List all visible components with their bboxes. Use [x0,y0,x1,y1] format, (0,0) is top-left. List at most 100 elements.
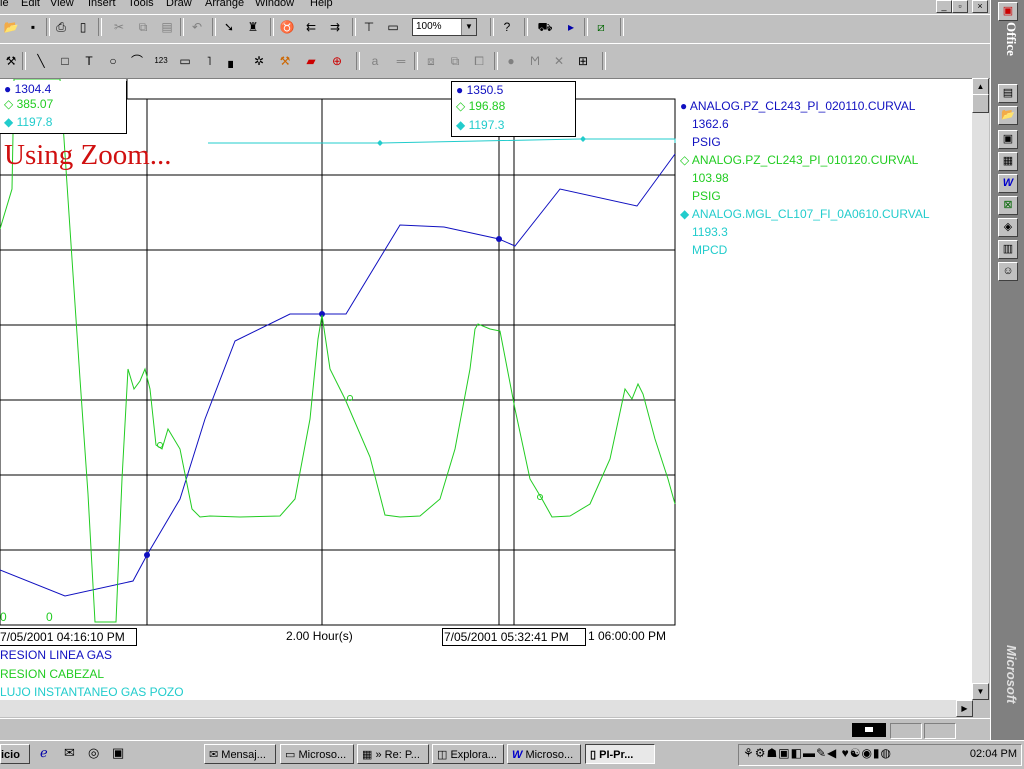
chevron-down-icon[interactable]: ▼ [461,19,476,35]
series-line-pressure-marker [144,552,150,558]
scroll-down-icon[interactable]: ▼ [972,683,989,700]
properties-icon[interactable]: ⊞ [574,52,592,70]
layer-icon[interactable]: ⧠ [470,52,488,70]
wrench-icon[interactable]: ⚒ [2,52,20,70]
cursor-right-time[interactable]: 7/05/2001 05:32:41 PM [442,628,586,646]
menu-arrange[interactable]: Arrange [205,0,244,9]
copy-icon[interactable]: ⧉ [134,18,152,36]
restore-button[interactable]: ▫ [952,0,968,13]
open-document-icon[interactable]: 📂 [998,106,1018,125]
polyline-icon[interactable]: ˥ [200,52,218,70]
print-icon[interactable]: ⎙ [52,18,70,36]
legend-unit-line-pressure: PSIG [692,135,721,149]
task-mensajes[interactable]: ✉ Mensaj... [204,744,276,764]
trend-icon[interactable]: ⊤ [360,18,378,36]
menu-edit[interactable]: Edit [21,0,40,9]
new-document-icon[interactable]: ▤ [998,84,1018,103]
tag-icon[interactable]: ♉ [278,18,296,36]
target-icon[interactable]: ⊕ [328,52,346,70]
window-icon[interactable]: ▭ [384,18,402,36]
binder-icon[interactable]: ▥ [998,240,1018,259]
print-preview-icon[interactable]: ▯ [74,18,92,36]
word-icon[interactable]: W [998,174,1018,193]
cut-icon[interactable]: ✂ [110,18,128,36]
word-icon: W [512,749,523,761]
menu-tools[interactable]: Tools [128,0,154,9]
tray-icons[interactable]: ⚘⚙☗▣◧▬✎◀ ♥☯◉▮◍ [743,746,892,760]
close-button[interactable]: × [972,0,988,13]
arc-icon[interactable]: ⌒ [128,52,146,70]
save-icon[interactable]: ▪ [24,18,42,36]
menu-file[interactable]: le [0,0,9,9]
standard-toolbar: 📂 ▪ ⎙ ▯ ✂ ⧉ ▤ ↶ ➘ ♜ ♉ ⇇ ⇉ ⊤ ▭ 100% ▼ ? ⛟… [0,14,990,44]
channels-icon[interactable]: ◎ [88,745,99,761]
open-icon[interactable]: 📂 [2,18,20,36]
trend-display[interactable]: ● 1304.4 ◇ 385.07 ◆ 1197.8 ● 1350.5 ◇ 19… [0,78,972,701]
zoom-select[interactable]: 100% ▼ [412,18,477,36]
scroll-right-icon[interactable]: ▶ [956,700,973,717]
paste-icon[interactable]: ▤ [158,18,176,36]
office-assistant-icon[interactable]: ☺ [998,262,1018,281]
rectangle-icon[interactable]: □ [56,52,74,70]
series-head-pressure-marker [157,442,163,448]
bar-icon[interactable]: ▖ [224,52,242,70]
menu-view[interactable]: View [50,0,74,9]
axis-min-label: 0 [0,610,7,624]
pen-icon[interactable]: Ϻ [526,52,544,70]
cursor-left-time[interactable]: 7/05/2001 04:16:10 PM [0,628,137,646]
line-icon[interactable]: ╲ [32,52,50,70]
task-pi-processbook[interactable]: ▯ PI-Pr... [585,744,655,764]
trend-tool-icon[interactable]: ▰ [302,52,320,70]
schedule-icon[interactable]: ◈ [998,218,1018,237]
horizontal-scrollbar[interactable]: ▶ [0,700,973,717]
menu-window[interactable]: Window [255,0,294,9]
vertical-scrollbar[interactable]: ▲ ▼ [972,78,989,700]
powerpoint-icon[interactable]: ▦ [998,152,1018,171]
lines-icon[interactable]: ═ [392,52,410,70]
outlook-icon[interactable]: ✉ [64,745,75,761]
system-tray: ⚘⚙☗▣◧▬✎◀ ♥☯◉▮◍ 02:04 PM [738,744,1022,766]
legend-unit-head-pressure: PSIG [692,189,721,203]
ungroup-icon[interactable]: ⧉ [446,52,464,70]
ellipse-icon[interactable]: ○ [104,52,122,70]
align-left-icon[interactable]: ⇇ [302,18,320,36]
toolbar-separator [46,18,50,36]
play-icon[interactable]: ▸ [562,18,580,36]
task-re[interactable]: ▦ » Re: P... [357,744,429,764]
task-microsoft-1[interactable]: ▭ Microso... [280,744,354,764]
run-icon[interactable]: ⛟ [536,18,554,36]
menu-help[interactable]: Help [310,0,333,9]
series-flow-marker [580,136,586,142]
value-icon[interactable]: 123 [152,52,170,70]
find-icon[interactable]: ♜ [244,18,262,36]
task-explorer[interactable]: ◫ Explora... [432,744,504,764]
undo-icon[interactable]: ↶ [188,18,206,36]
cursor-right-value-1: ● 1350.5 [456,83,504,97]
legend-value-flow: 1193.3 [692,225,728,239]
chart-icon[interactable]: ⧄ [592,18,610,36]
symbol-icon[interactable]: ✲ [250,52,268,70]
tools-icon[interactable]: ⚒ [276,52,294,70]
pointer-icon[interactable]: ➘ [220,18,238,36]
scroll-up-icon[interactable]: ▲ [972,78,989,95]
font-icon[interactable]: a [366,52,384,70]
minimize-button[interactable]: _ [936,0,952,13]
group-icon[interactable]: ⧈ [422,52,440,70]
menu-draw[interactable]: Draw [166,0,192,9]
rounded-rect-icon[interactable]: ▭ [176,52,194,70]
desktop-icon[interactable]: ▣ [112,745,124,761]
start-button[interactable]: icio [0,744,30,764]
fill-icon[interactable]: ● [502,52,520,70]
delete-icon[interactable]: ✕ [550,52,568,70]
menu-insert[interactable]: Insert [88,0,116,9]
office-logo-icon[interactable]: ▣ [998,2,1018,21]
align-right-icon[interactable]: ⇉ [326,18,344,36]
help-icon[interactable]: ? [498,18,516,36]
office-shortcut-bar: ▣ Office ▤ 📂 ▣ ▦ W ⊠ ◈ ▥ ☺ Microsoft [990,0,1024,740]
excel-icon[interactable]: ⊠ [998,196,1018,215]
scroll-thumb[interactable] [972,94,989,113]
find-file-icon[interactable]: ▣ [998,130,1018,149]
text-icon[interactable]: T [80,52,98,70]
task-microsoft-2[interactable]: W Microso... [507,744,581,764]
internet-explorer-icon[interactable]: ℯ [40,745,48,761]
